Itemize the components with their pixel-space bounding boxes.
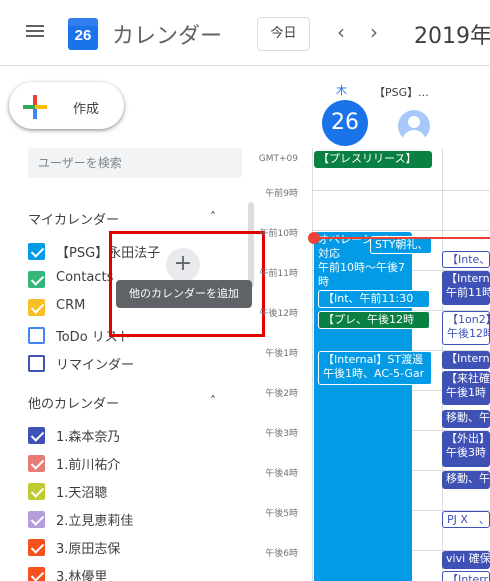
time-label: 午後4時 <box>265 469 298 479</box>
calendar-item-other[interactable]: 1.天沼聰 <box>28 480 248 502</box>
event-title: 【1on2】 <box>447 313 489 326</box>
calendar-event[interactable]: 移動、午 <box>442 410 490 428</box>
main-menu-icon[interactable] <box>24 22 46 44</box>
other-calendars-heading[interactable]: 他のカレンダー <box>28 393 119 412</box>
timezone-label: GMT+09 <box>258 154 298 164</box>
time-label: 午後6時 <box>265 549 298 559</box>
my-calendars-heading[interactable]: マイカレンダー <box>28 209 119 228</box>
calendar-event[interactable]: 【Intern <box>442 351 490 369</box>
chevron-left-icon[interactable]: ‹ <box>337 20 345 44</box>
event-title: 【外出】 <box>446 432 490 445</box>
calendar-item-other[interactable]: 1.前川祐介 <box>28 452 248 474</box>
checkbox-icon[interactable] <box>28 455 45 472</box>
calendar-event[interactable]: PJ X 、 <box>442 511 490 528</box>
time-label: 午後2時 <box>265 389 298 399</box>
time-label: 午前10時 <box>259 229 298 239</box>
checkbox-icon[interactable] <box>28 511 45 528</box>
hour-line <box>312 230 490 231</box>
day-header: 木 26 【PSG】... <box>256 66 490 148</box>
calendar-label: 1.森本奈乃 <box>56 430 121 445</box>
event-time: 午後1時 <box>446 386 486 399</box>
calendar-label: 2.立見恵莉佳 <box>56 514 134 529</box>
calendar-event[interactable]: 【Inte、 <box>442 251 490 268</box>
calendar-label: 3.林優里 <box>56 570 108 581</box>
calendar-event[interactable]: 【1on2】 午後12時 <box>442 311 490 345</box>
checkbox-icon[interactable] <box>28 483 45 500</box>
checkbox-icon[interactable] <box>28 427 45 444</box>
time-label: 午後1時 <box>265 349 298 359</box>
time-label: 午後3時 <box>265 429 298 439</box>
period-title: 2019年 <box>414 24 490 49</box>
today-button[interactable]: 今日 <box>257 17 310 51</box>
event-title: 【Internal】ST渡邊 <box>323 353 424 366</box>
calendar-event[interactable]: 【外出】 午後3時 <box>442 431 490 467</box>
time-label: 午後12時 <box>259 309 298 319</box>
calendar-label: リマインダー <box>56 358 135 373</box>
weekday-label: 木 <box>336 84 347 97</box>
calendar-item-other[interactable]: 1.森本奈乃 <box>28 424 248 446</box>
hour-line <box>312 190 490 191</box>
event-time: 午前11時 <box>446 286 490 299</box>
plus-icon <box>23 95 47 119</box>
people-search-input[interactable]: ユーザーを検索 <box>28 148 242 178</box>
chevron-up-icon[interactable]: ˄ <box>210 210 216 224</box>
calendar-label: 3.原田志保 <box>56 542 121 557</box>
checkbox-icon[interactable] <box>28 299 45 316</box>
time-label: 午前9時 <box>265 189 298 199</box>
calendar-label: CRM <box>56 298 86 313</box>
checkbox-icon[interactable] <box>28 355 45 372</box>
avatar[interactable] <box>398 110 430 142</box>
calendar-item-other[interactable]: 2.立見恵莉佳 <box>28 508 248 530</box>
calendar-event[interactable]: 【Interr <box>442 571 490 581</box>
event-time: 午後1時、AC-5-Gar <box>323 367 425 380</box>
event-title: 【Internal <box>446 272 490 285</box>
checkbox-icon[interactable] <box>28 271 45 288</box>
create-button-label: 作成 <box>73 102 100 117</box>
time-grid: GMT+09 午前9時 午前10時 午前11時 午後12時 午後1時 午後2時 … <box>256 148 490 581</box>
column-divider <box>312 148 313 581</box>
calendar-item-other[interactable]: 3.原田志保 <box>28 536 248 558</box>
top-app-bar: 26 カレンダー 今日 ‹ › 2019年 <box>0 0 490 66</box>
calendar-label: 1.天沼聰 <box>56 486 108 501</box>
highlight-box <box>109 231 265 337</box>
calendar-event[interactable]: 【Int、午前11:30 <box>318 290 430 308</box>
calendar-event[interactable]: vivi 確保 <box>442 551 490 569</box>
current-day-button[interactable]: 26 <box>322 100 368 146</box>
app-title: カレンダー <box>112 24 223 49</box>
calendar-event[interactable]: 【プレ、午後12時 <box>318 311 430 329</box>
calendar-label: Contacts <box>56 270 114 285</box>
sidebar: ユーザーを検索 マイカレンダー ˄ 【PSG】永田法子 Contacts CRM… <box>0 140 256 581</box>
calendar-event[interactable]: オペレーション 対応 午前10時～午後7時 <box>314 232 412 581</box>
current-time-line <box>312 237 490 239</box>
calendar-event[interactable]: 【Internal】ST渡邊 午後1時、AC-5-Gar <box>318 351 432 385</box>
calendar-item-reminders[interactable]: リマインダー <box>28 352 248 374</box>
calendar-item-other[interactable]: 3.林優里 <box>28 564 248 581</box>
event-time: 午前10時～午後7時 <box>318 261 405 288</box>
calendar-label: 1.前川祐介 <box>56 458 121 473</box>
event-time: 午後3時 <box>446 446 486 459</box>
calendar-logo-icon[interactable]: 26 <box>68 18 98 50</box>
time-label: 午後5時 <box>265 509 298 519</box>
all-day-event[interactable]: 【プレスリリース】 <box>314 151 432 168</box>
event-time: 午後12時 <box>447 327 490 340</box>
checkbox-icon[interactable] <box>28 567 45 581</box>
calendar-event[interactable]: 【Internal 午前11時 <box>442 271 490 305</box>
chevron-up-icon[interactable]: ˄ <box>210 394 216 408</box>
current-time-dot <box>308 232 320 244</box>
checkbox-icon[interactable] <box>28 327 45 344</box>
calendar-event[interactable]: 移動、午 <box>442 471 490 489</box>
checkbox-icon[interactable] <box>28 539 45 556</box>
create-event-button[interactable]: 作成 <box>9 82 124 129</box>
event-title: 【来社確 <box>446 372 490 385</box>
chevron-right-icon[interactable]: › <box>370 20 378 44</box>
checkbox-icon[interactable] <box>28 243 45 260</box>
calendar-event[interactable]: 【来社確 午後1時 <box>442 371 490 405</box>
time-label: 午前11時 <box>259 269 298 279</box>
second-calendar-column-label: 【PSG】... <box>374 86 429 99</box>
